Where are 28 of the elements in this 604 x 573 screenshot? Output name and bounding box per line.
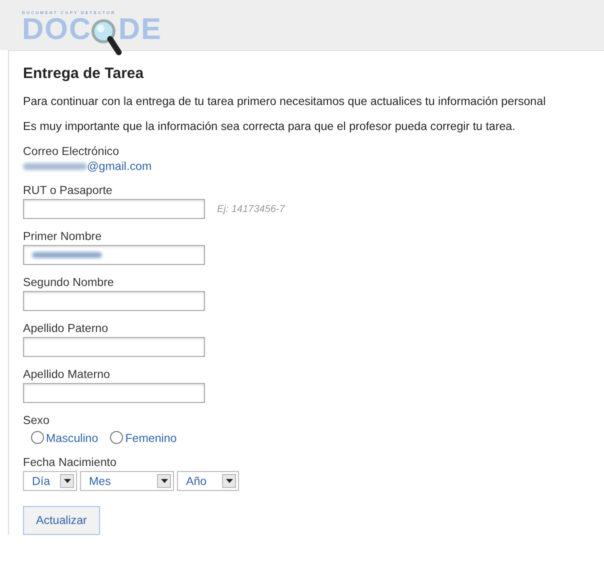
input-field[interactable] (23, 337, 205, 357)
input-field[interactable] (23, 291, 205, 311)
radio-label[interactable]: Femenino (125, 432, 177, 445)
logo-text: DE (118, 15, 162, 45)
field-label: Segundo Nombre (23, 276, 115, 289)
paragraph: Para continuar con la entrega de tu tarea primero necesitamos que actualices tu información personal (23, 95, 547, 108)
input-field[interactable] (23, 245, 205, 265)
radio-label[interactable]: Masculino (46, 432, 98, 445)
input-field[interactable] (23, 199, 205, 219)
field-label: Sexo (23, 414, 50, 427)
radio-button[interactable] (31, 430, 44, 444)
field-label: Apellido Paterno (23, 322, 110, 335)
input-field[interactable] (23, 383, 205, 403)
paragraph: Es muy importante que la información sea correcta para que el profesor pueda corregir tu tarea. (23, 120, 516, 133)
field-label: Apellido Materno (23, 368, 112, 381)
update-button[interactable]: Actualizar (23, 506, 100, 535)
radio-button[interactable] (110, 430, 124, 444)
page-title: Entrega de Tarea (23, 65, 145, 82)
dropdown[interactable]: Día (23, 471, 77, 491)
logo-text: DOC (22, 15, 92, 45)
input-hint: Ej: 14173456-7 (217, 204, 285, 214)
dropdown[interactable]: Año (177, 471, 239, 491)
field-label: Fecha Nacimiento (23, 456, 118, 469)
field-label: RUT o Pasaporte (23, 184, 114, 197)
field-label: Primer Nombre (23, 230, 103, 243)
dropdown[interactable]: Mes (80, 471, 174, 491)
email-value: @gmail.com (87, 160, 152, 173)
field-label: Correo Electrónico (23, 145, 120, 158)
